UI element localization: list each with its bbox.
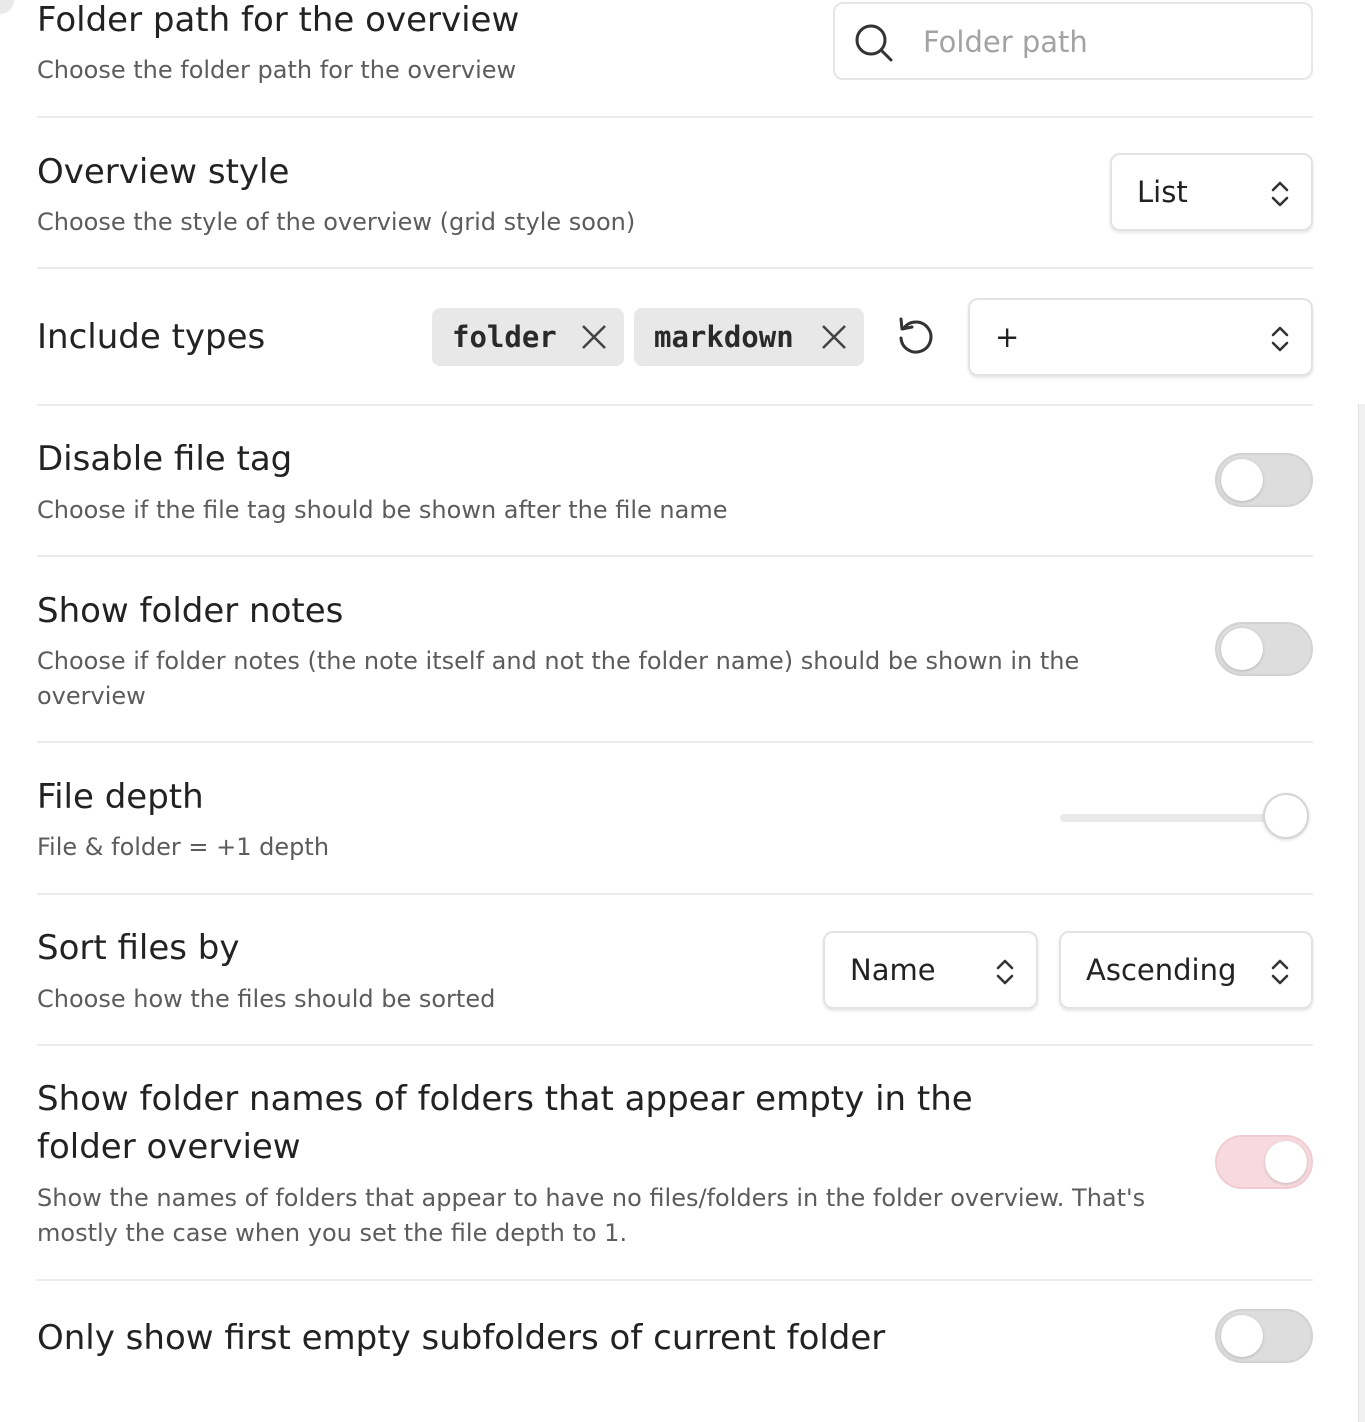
setting-name: Show folder notes	[37, 591, 344, 631]
only-first-empty-toggle[interactable]	[1215, 1309, 1313, 1363]
sort-order-value: Ascending	[1086, 953, 1237, 987]
setting-show-folder-notes: Show folder notes Choose if folder notes…	[37, 557, 1313, 743]
setting-name: Disable file tag	[37, 439, 293, 479]
type-chip-folder: folder	[432, 308, 624, 366]
folder-path-search[interactable]	[833, 2, 1313, 80]
add-type-select[interactable]: +	[968, 298, 1313, 376]
chip-label: markdown	[654, 320, 794, 354]
setting-name: File depth	[37, 777, 204, 817]
setting-description: File & folder = +1 depth	[37, 833, 330, 861]
setting-folder-path: Folder path for the overview Choose the …	[37, 0, 1313, 118]
toggle-knob	[1221, 1315, 1263, 1357]
type-chip-markdown: markdown	[634, 308, 864, 366]
settings-page: Folder path for the overview Choose the …	[0, 0, 1365, 1422]
setting-overview-style: Overview style Choose the style of the o…	[37, 118, 1313, 269]
show-empty-folders-toggle[interactable]	[1215, 1135, 1313, 1189]
chevron-up-down-icon	[1271, 959, 1289, 985]
toggle-knob	[1221, 459, 1263, 501]
reset-icon[interactable]	[894, 314, 938, 358]
setting-description: Show the names of folders that appear to…	[37, 1184, 1146, 1247]
chevron-up-down-icon	[1271, 181, 1289, 207]
setting-description: Choose if the file tag should be shown a…	[37, 496, 728, 524]
close-icon[interactable]	[580, 323, 608, 351]
setting-only-first-empty: Only show first empty subfolders of curr…	[37, 1281, 1313, 1401]
setting-name: Include types	[37, 317, 266, 357]
setting-name: Folder path for the overview	[37, 0, 520, 40]
sort-by-value: Name	[850, 953, 936, 987]
chip-label: folder	[452, 320, 557, 354]
close-icon[interactable]	[820, 323, 848, 351]
setting-description: Choose the folder path for the overview	[37, 56, 517, 84]
disable-file-tag-toggle[interactable]	[1215, 453, 1313, 507]
toggle-knob	[1221, 628, 1263, 670]
file-depth-slider[interactable]	[1060, 793, 1309, 839]
setting-name: Show folder names of folders that appear…	[37, 1079, 973, 1167]
add-type-label: +	[995, 320, 1020, 354]
setting-file-depth: File depth File & folder = +1 depth	[37, 743, 1313, 895]
chevron-up-down-icon	[1271, 326, 1289, 352]
setting-name: Only show first empty subfolders of curr…	[37, 1318, 886, 1358]
sort-by-select[interactable]: Name	[823, 931, 1038, 1009]
setting-description: Choose if folder notes (the note itself …	[37, 647, 1080, 710]
setting-show-empty-folders: Show folder names of folders that appear…	[37, 1046, 1313, 1281]
setting-name: Sort files by	[37, 928, 240, 968]
setting-include-types: Include types folder markdown +	[37, 269, 1313, 406]
setting-name: Overview style	[37, 152, 290, 192]
search-icon	[855, 24, 893, 62]
setting-description: Choose the style of the overview (grid s…	[37, 208, 636, 236]
overview-style-select[interactable]: List	[1110, 153, 1313, 231]
chevron-up-down-icon	[996, 959, 1014, 985]
sort-order-select[interactable]: Ascending	[1059, 931, 1313, 1009]
window-corner	[0, 0, 14, 14]
setting-disable-file-tag: Disable file tag Choose if the file tag …	[37, 406, 1313, 557]
toggle-knob	[1265, 1141, 1307, 1183]
setting-sort-files: Sort files by Choose how the files shoul…	[37, 895, 1313, 1046]
overview-style-value: List	[1137, 175, 1188, 209]
scrollbar[interactable]	[1358, 404, 1365, 1422]
folder-path-input[interactable]	[923, 14, 1293, 70]
setting-description: Choose how the files should be sorted	[37, 985, 496, 1013]
show-folder-notes-toggle[interactable]	[1215, 622, 1313, 676]
slider-handle[interactable]	[1263, 793, 1309, 839]
